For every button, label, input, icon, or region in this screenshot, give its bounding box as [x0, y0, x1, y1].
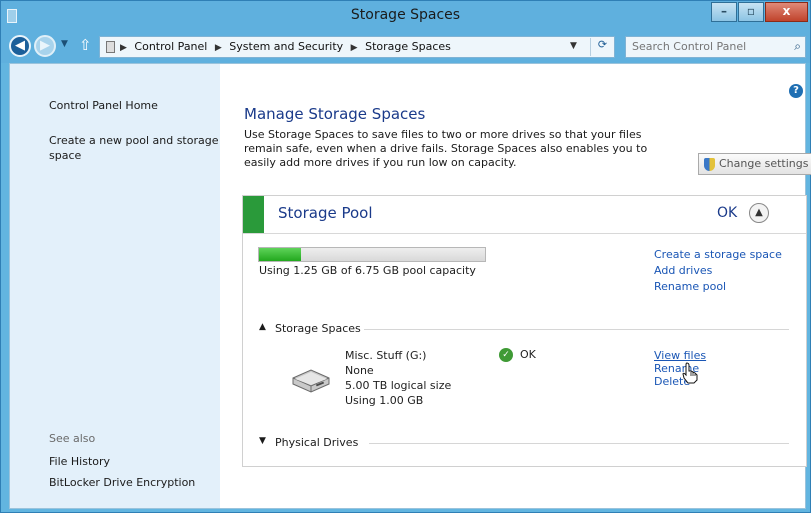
space-status: OK — [520, 348, 536, 361]
view-files-link[interactable]: View files — [654, 349, 706, 362]
recent-locations-dropdown[interactable]: ▼ — [61, 39, 68, 49]
physical-drives-section-toggle[interactable]: ▼ Physical Drives — [259, 436, 789, 450]
pool-status-accent — [243, 196, 264, 233]
divider — [243, 233, 806, 234]
address-history-dropdown[interactable]: ▼ — [570, 41, 577, 51]
change-settings-button[interactable]: Change settings — [698, 153, 811, 175]
storage-spaces-section-label: Storage Spaces — [275, 322, 361, 335]
space-used: Using 1.00 GB — [345, 394, 424, 407]
space-resiliency: None — [345, 364, 374, 377]
task-pane: Control Panel Home Create a new pool and… — [10, 64, 220, 508]
chevron-down-icon: ▼ — [259, 436, 266, 446]
storage-pool-header: Storage Pool OK ▲ — [243, 196, 806, 233]
forward-button[interactable]: ▶ — [34, 35, 56, 57]
breadcrumb-storage-spaces[interactable]: Storage Spaces — [365, 40, 451, 53]
search-box[interactable]: ⌕ — [625, 36, 806, 58]
breadcrumb-control-panel[interactable]: Control Panel — [134, 40, 207, 53]
refresh-button[interactable]: ⟳ — [590, 38, 614, 56]
pool-capacity-fill — [259, 248, 301, 261]
hand-cursor-icon — [682, 362, 698, 384]
divider — [369, 443, 789, 444]
main-panel: ? Manage Storage Spaces Use Storage Spac… — [220, 64, 811, 508]
storage-spaces-section-toggle[interactable]: ▲ Storage Spaces — [259, 322, 789, 336]
page-title: Manage Storage Spaces — [244, 105, 426, 123]
chevron-up-icon: ▲ — [259, 322, 266, 332]
divider — [364, 329, 789, 330]
search-input[interactable] — [632, 40, 782, 53]
help-icon[interactable]: ? — [789, 84, 803, 98]
address-bar[interactable]: ▶ Control Panel ▶ System and Security ▶ … — [99, 36, 615, 58]
back-arrow-icon: ◀ — [15, 38, 25, 53]
close-icon: x — [782, 4, 791, 18]
rename-pool-link[interactable]: Rename pool — [654, 279, 782, 295]
window-title: Storage Spaces — [350, 7, 461, 23]
change-settings-label: Change settings — [719, 157, 809, 170]
breadcrumb-separator-icon[interactable]: ▶ — [351, 43, 358, 53]
pool-status: OK — [717, 205, 738, 221]
content-area: Control Panel Home Create a new pool and… — [9, 63, 811, 509]
pool-usage-text: Using 1.25 GB of 6.75 GB pool capacity — [259, 264, 476, 277]
chevron-down-icon: ▼ — [61, 39, 68, 49]
back-button[interactable]: ◀ — [9, 35, 31, 57]
chevron-up-icon: ▲ — [755, 207, 763, 218]
up-arrow-icon: ⇧ — [79, 36, 92, 54]
pool-capacity-bar — [258, 247, 486, 262]
control-panel-icon — [106, 41, 115, 53]
storage-space-details: Misc. Stuff (G:) None 5.00 TB logical si… — [345, 348, 451, 408]
maximize-button[interactable]: ▫ — [738, 2, 764, 22]
collapse-pool-button[interactable]: ▲ — [749, 203, 769, 223]
breadcrumb-separator-icon: ▶ — [120, 43, 127, 53]
breadcrumb-separator-icon[interactable]: ▶ — [215, 43, 222, 53]
physical-drives-section-label: Physical Drives — [275, 436, 359, 449]
control-panel-home-link[interactable]: Control Panel Home — [49, 98, 158, 113]
breadcrumb: ▶ Control Panel ▶ System and Security ▶ … — [120, 40, 455, 53]
file-history-link[interactable]: File History — [49, 454, 110, 469]
bitlocker-link[interactable]: BitLocker Drive Encryption — [49, 475, 195, 490]
refresh-icon: ⟳ — [597, 38, 608, 51]
title-bar[interactable]: Storage Spaces – ▫ x — [1, 1, 810, 31]
space-name: Misc. Stuff (G:) — [345, 349, 427, 362]
space-logical-size: 5.00 TB logical size — [345, 379, 452, 392]
minimize-icon: – — [721, 4, 727, 18]
forward-arrow-icon: ▶ — [40, 38, 50, 53]
see-also-heading: See also — [49, 432, 96, 445]
up-button[interactable]: ⇧ — [79, 36, 92, 54]
search-icon[interactable]: ⌕ — [794, 39, 801, 54]
drive-icon — [292, 369, 330, 393]
storage-pool-panel: Storage Pool OK ▲ Using 1.25 GB of 6.75 … — [242, 195, 807, 467]
storage-spaces-window: Storage Spaces – ▫ x ◀ ▶ ▼ ⇧ ▶ Control P… — [0, 0, 811, 513]
pool-title: Storage Pool — [278, 204, 373, 222]
create-storage-space-link[interactable]: Create a storage space — [654, 247, 782, 263]
close-button[interactable]: x — [765, 2, 808, 22]
navigation-bar: ◀ ▶ ▼ ⇧ ▶ Control Panel ▶ System and Sec… — [1, 31, 810, 63]
create-pool-link[interactable]: Create a new pool and storage space — [49, 133, 219, 163]
pool-actions: Create a storage space Add drives Rename… — [654, 247, 782, 295]
add-drives-link[interactable]: Add drives — [654, 263, 782, 279]
page-description: Use Storage Spaces to save files to two … — [244, 128, 648, 169]
breadcrumb-system-and-security[interactable]: System and Security — [229, 40, 343, 53]
ok-check-icon: ✓ — [499, 348, 513, 362]
chevron-down-icon: ▼ — [570, 41, 577, 51]
uac-shield-icon — [704, 158, 715, 171]
maximize-icon: ▫ — [746, 4, 756, 18]
minimize-button[interactable]: – — [711, 2, 737, 22]
